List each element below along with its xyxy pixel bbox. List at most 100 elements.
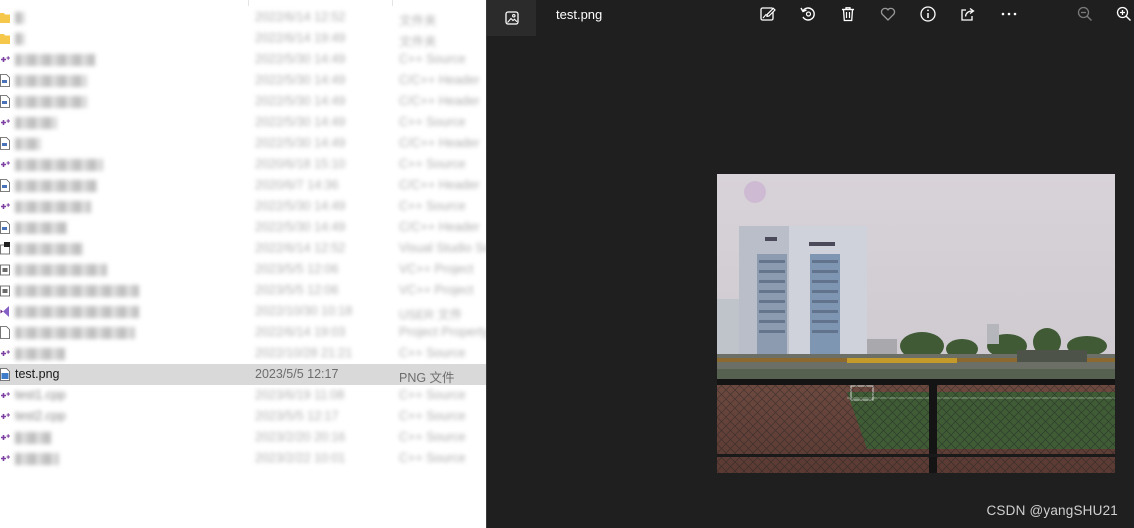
file-row[interactable]: 2022/5/30 14:49 C++ Source (0, 112, 486, 133)
file-date-modified: 2023/5/5 12:06 (255, 262, 339, 276)
file-name: test2.cpp (15, 409, 66, 423)
rotate-button[interactable] (792, 2, 824, 26)
photo-viewer: test.png CSDN @yangSHU21 (486, 0, 1134, 528)
edit-image-button[interactable] (752, 2, 784, 26)
cpp-source-icon (0, 116, 10, 129)
file-date-modified: 2022/6/14 12:52 (255, 241, 346, 255)
file-row[interactable]: 2023/5/5 12:06 VC++ Project (0, 259, 486, 280)
file-row[interactable]: test2.cpp 2023/5/5 12:17 C++ Source (0, 406, 486, 427)
file-date-modified: 2023/5/5 12:06 (255, 283, 339, 297)
viewer-toolbar: test.png (487, 0, 1134, 36)
file-row[interactable]: 2023/2/22 10:01 C++ Source (0, 448, 486, 469)
file-date-modified: 2022/5/30 14:49 (255, 199, 346, 213)
file-row[interactable]: 2022/5/30 14:49 C/C++ Header (0, 91, 486, 112)
file-date-modified: 2023/5/5 12:17 (255, 409, 339, 423)
share-icon (961, 7, 975, 21)
file-row[interactable]: test1.cpp 2023/6/19 11:08 C++ Source (0, 385, 486, 406)
redacted-text (15, 74, 87, 87)
redacted-text (15, 95, 87, 108)
column-divider[interactable] (392, 0, 393, 6)
more-options-button[interactable] (993, 2, 1025, 26)
watermark-text: CSDN @yangSHU21 (986, 503, 1118, 518)
file-name: test1.cpp (15, 388, 66, 402)
favorite-button[interactable] (872, 2, 904, 26)
file-type: VC++ Project (399, 283, 474, 297)
file-date-modified: 2022/6/14 19:49 (255, 31, 346, 45)
file-date-modified: 2022/6/14 12:52 (255, 10, 346, 24)
file-row[interactable]: 2023/5/5 12:06 VC++ Project (0, 280, 486, 301)
file-row[interactable]: 2023/2/20 20:16 C++ Source (0, 427, 486, 448)
gallery-button[interactable] (487, 0, 536, 36)
file-explorer: 2022/6/14 12:52 文件夹 2022/6/14 19:49 文件夹 2022… (0, 0, 486, 528)
file-type: C++ Source (399, 346, 466, 360)
file-row[interactable]: test.png 2023/5/5 12:17 PNG 文件 (0, 364, 486, 385)
file-row[interactable]: 2022/5/30 14:49 C++ Source (0, 49, 486, 70)
file-date-modified: 2022/5/30 14:49 (255, 115, 346, 129)
share-button[interactable] (952, 2, 984, 26)
solution-file-icon (0, 242, 10, 255)
header-file-icon (0, 221, 10, 234)
file-row[interactable]: 2022/5/30 14:49 C/C++ Header (0, 133, 486, 154)
file-type: C++ Source (399, 115, 466, 129)
file-row[interactable]: 2022/6/14 12:52 Visual Studio Solution (0, 238, 486, 259)
redacted-text (15, 158, 103, 171)
file-type: C/C++ Header (399, 73, 480, 87)
column-divider[interactable] (248, 0, 249, 6)
info-button[interactable] (912, 2, 944, 26)
file-row[interactable]: 2022/6/14 19:03 Project Property (0, 322, 486, 343)
file-row[interactable]: 2020/6/7 14:36 C/C++ Header (0, 175, 486, 196)
file-row[interactable]: 2020/6/18 15:10 C++ Source (0, 154, 486, 175)
cpp-source-icon (0, 347, 10, 360)
file-name (15, 94, 87, 108)
file-row[interactable]: 2022/5/30 14:49 C++ Source (0, 196, 486, 217)
more-options-icon (1001, 12, 1017, 16)
cpp-source-icon (0, 410, 10, 423)
file-name (15, 283, 139, 297)
file-row[interactable]: 2022/5/30 14:49 C/C++ Header (0, 217, 486, 238)
file-name (15, 346, 65, 360)
file-name (15, 10, 25, 24)
delete-button[interactable] (832, 2, 864, 26)
file-name (15, 52, 95, 66)
png-file-icon (0, 368, 10, 381)
file-type: C/C++ Header (399, 178, 480, 192)
zoom-in-button[interactable] (1108, 2, 1134, 26)
file-name (15, 178, 97, 192)
cpp-source-icon (0, 53, 10, 66)
redacted-text (15, 452, 59, 465)
info-icon (920, 6, 936, 22)
rotate-icon (800, 7, 815, 21)
file-type: C/C++ Header (399, 94, 480, 108)
file-row[interactable]: 2022/6/14 12:52 文件夹 (0, 7, 486, 28)
redacted-text (15, 431, 51, 444)
redacted-text (15, 32, 25, 45)
file-type: Visual Studio Solution (399, 241, 486, 255)
vcxproj-icon (0, 284, 10, 297)
zoom-out-icon (1077, 6, 1092, 21)
zoom-out-button[interactable] (1069, 2, 1101, 26)
folder-icon (0, 11, 10, 24)
header-file-icon (0, 137, 10, 150)
redacted-text (15, 200, 91, 213)
property-file-icon (0, 326, 10, 339)
file-date-modified: 2023/2/20 20:16 (255, 430, 346, 444)
file-type: C++ Source (399, 157, 466, 171)
file-name (15, 199, 91, 213)
file-name (15, 451, 59, 465)
file-row[interactable]: 2022/6/14 19:49 文件夹 (0, 28, 486, 49)
file-name (15, 220, 67, 234)
file-date-modified: 2023/5/5 12:17 (255, 367, 339, 381)
gallery-icon (504, 11, 519, 25)
file-name (15, 262, 107, 276)
redacted-text (15, 263, 107, 276)
displayed-photo[interactable] (717, 174, 1115, 473)
redacted-text (15, 305, 139, 318)
file-row[interactable]: 2022/10/30 10:18 USER 文件 (0, 301, 486, 322)
file-date-modified: 2022/10/30 10:18 (255, 304, 353, 318)
file-row[interactable]: 2022/10/28 21:21 C++ Source (0, 343, 486, 364)
file-name: test.png (15, 367, 60, 381)
redacted-text (15, 137, 41, 150)
file-name (15, 157, 103, 171)
file-row[interactable]: 2022/5/30 14:49 C/C++ Header (0, 70, 486, 91)
file-type: C++ Source (399, 409, 466, 423)
